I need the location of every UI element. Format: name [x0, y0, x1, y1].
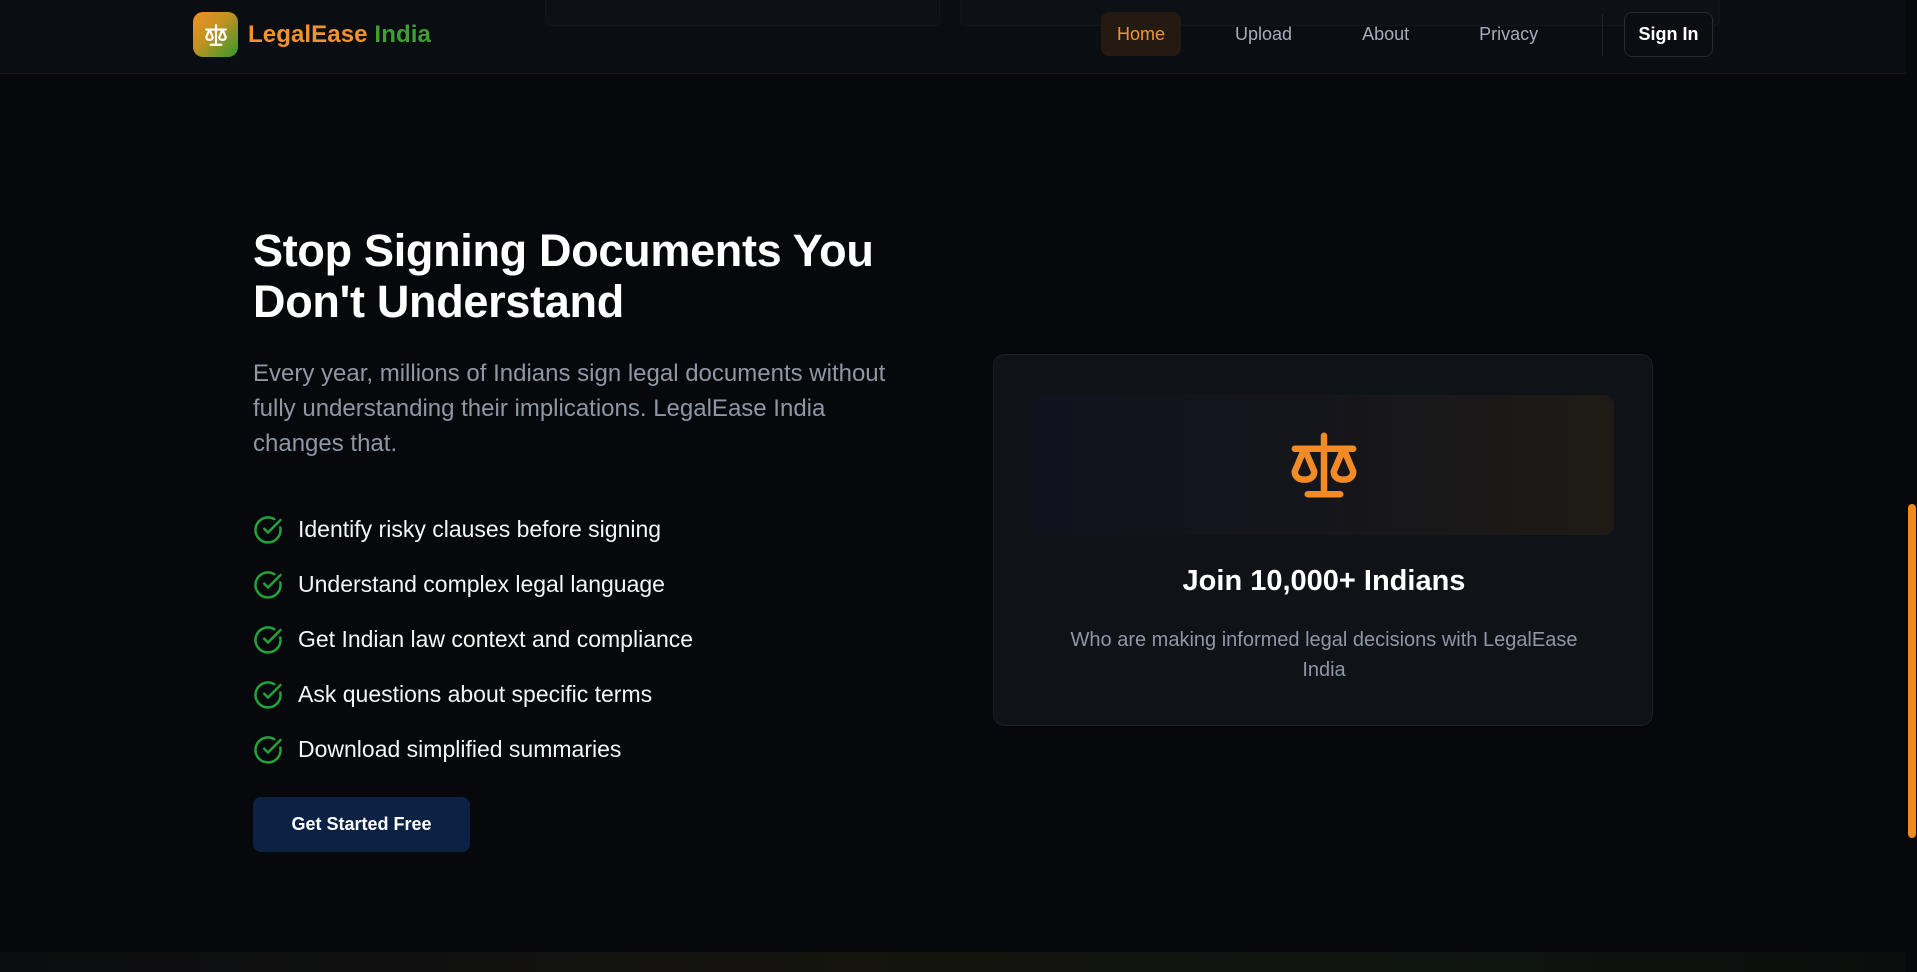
nav-about[interactable]: About: [1346, 12, 1425, 56]
check-circle-icon: [254, 570, 282, 599]
next-section-edge: [0, 952, 1906, 972]
feature-item: Ask questions about specific terms: [253, 667, 693, 722]
nav-divider: [1602, 14, 1603, 56]
brand-logo-link[interactable]: LegalEase India: [193, 12, 431, 57]
card-title: Join 10,000+ Indians: [1182, 565, 1466, 597]
feature-item: Identify risky clauses before signing: [253, 502, 693, 557]
site-header: LegalEase India Home Upload About Privac…: [0, 0, 1906, 74]
check-circle-icon: [254, 680, 282, 709]
nav-upload[interactable]: Upload: [1219, 12, 1308, 56]
scrollbar-thumb[interactable]: [1908, 504, 1916, 838]
hero-subtitle: Every year, millions of Indians sign leg…: [253, 360, 886, 457]
social-proof-card: Join 10,000+ Indians Who are making info…: [993, 354, 1653, 726]
feature-text: Understand complex legal language: [298, 571, 665, 597]
sign-in-button[interactable]: Sign In: [1624, 12, 1713, 57]
card-banner: [1034, 395, 1614, 535]
brand-name: LegalEase India: [248, 21, 431, 49]
get-started-button[interactable]: Get Started Free: [253, 797, 470, 852]
feature-item: Understand complex legal language: [253, 557, 693, 612]
main-nav: Home Upload About Privacy: [1101, 12, 1592, 56]
feature-text: Ask questions about specific terms: [298, 681, 653, 707]
check-circle-icon: [254, 735, 282, 764]
brand-name-part2: India: [374, 20, 431, 48]
header-backdrop-panel: [545, 0, 940, 26]
hero-title: Stop Signing Documents You Don't Underst…: [253, 225, 874, 327]
feature-text: Get Indian law context and compliance: [298, 626, 694, 652]
feature-list: Identify risky clauses before signing Un…: [253, 502, 693, 777]
brand-name-part1: LegalEase: [248, 20, 368, 48]
page: LegalEase India Home Upload About Privac…: [0, 0, 1917, 972]
nav-privacy[interactable]: Privacy: [1463, 12, 1554, 56]
page-scrollbar[interactable]: [1906, 0, 1917, 972]
scales-icon: [1291, 432, 1357, 498]
feature-item: Download simplified summaries: [253, 722, 693, 777]
check-circle-icon: [254, 515, 282, 544]
card-text: Who are making informed legal decisions …: [1070, 629, 1578, 681]
feature-text: Identify risky clauses before signing: [298, 516, 662, 542]
check-circle-icon: [254, 625, 282, 654]
nav-home[interactable]: Home: [1101, 12, 1182, 56]
scales-icon: [193, 12, 238, 57]
feature-item: Get Indian law context and compliance: [253, 612, 693, 667]
feature-text: Download simplified summaries: [298, 736, 622, 762]
